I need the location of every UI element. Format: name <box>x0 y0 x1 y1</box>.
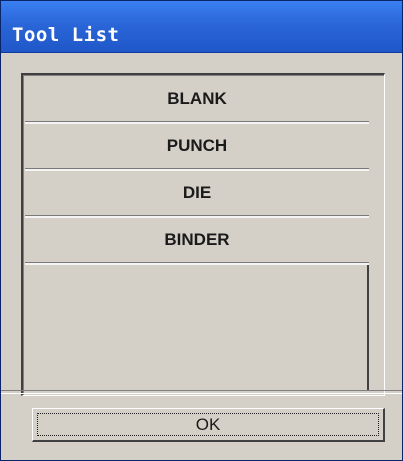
tool-list-dialog: Tool List BLANK PUNCH DIE BINDER OK <box>0 0 403 461</box>
list-item-label: BLANK <box>167 89 227 108</box>
title-bar[interactable]: Tool List <box>1 1 402 53</box>
divider <box>1 390 402 394</box>
window-title: Tool List <box>12 24 120 46</box>
list-item-label: BINDER <box>164 230 230 249</box>
list-item-punch[interactable]: PUNCH <box>25 124 369 169</box>
list-item-blank[interactable]: BLANK <box>25 77 369 122</box>
list-item-binder[interactable]: BINDER <box>25 218 369 263</box>
tool-list: BLANK PUNCH DIE BINDER <box>21 73 385 396</box>
list-item-die[interactable]: DIE <box>25 171 369 216</box>
list-empty-area <box>25 265 369 391</box>
dialog-body: BLANK PUNCH DIE BINDER OK <box>1 53 402 460</box>
list-item-label: PUNCH <box>166 136 228 155</box>
list-item-label: DIE <box>182 183 212 202</box>
ok-button[interactable]: OK <box>32 408 385 442</box>
ok-button-label: OK <box>195 414 221 434</box>
